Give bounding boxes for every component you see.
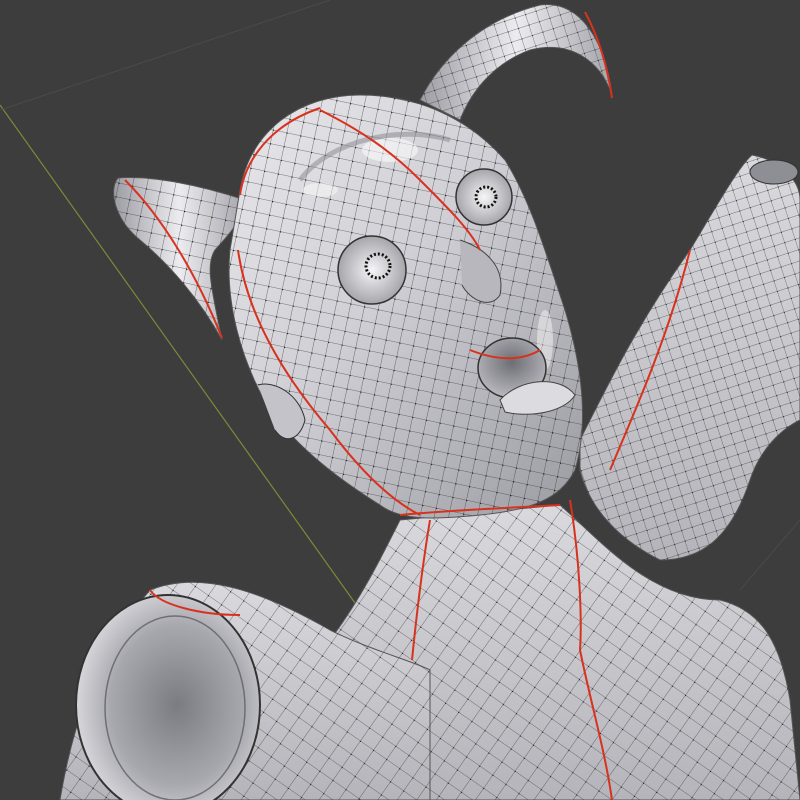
eye-right (455, 168, 513, 226)
arm-right-mesh[interactable] (579, 154, 800, 561)
eye-left (337, 235, 407, 305)
horn-top-mesh[interactable] (419, 4, 613, 121)
character-mesh[interactable] (59, 4, 800, 800)
viewport-canvas[interactable] (0, 0, 800, 800)
specular-highlight (362, 138, 418, 162)
ear-left-mesh[interactable] (113, 177, 246, 341)
grid-floor-line (739, 519, 800, 591)
specular-highlight (302, 183, 338, 197)
head-mesh[interactable] (228, 94, 583, 519)
grid-floor-line (0, 0, 331, 111)
3d-viewport[interactable] (0, 0, 800, 800)
sleeve-opening-left (75, 594, 261, 800)
arm-opening-right (749, 159, 799, 185)
